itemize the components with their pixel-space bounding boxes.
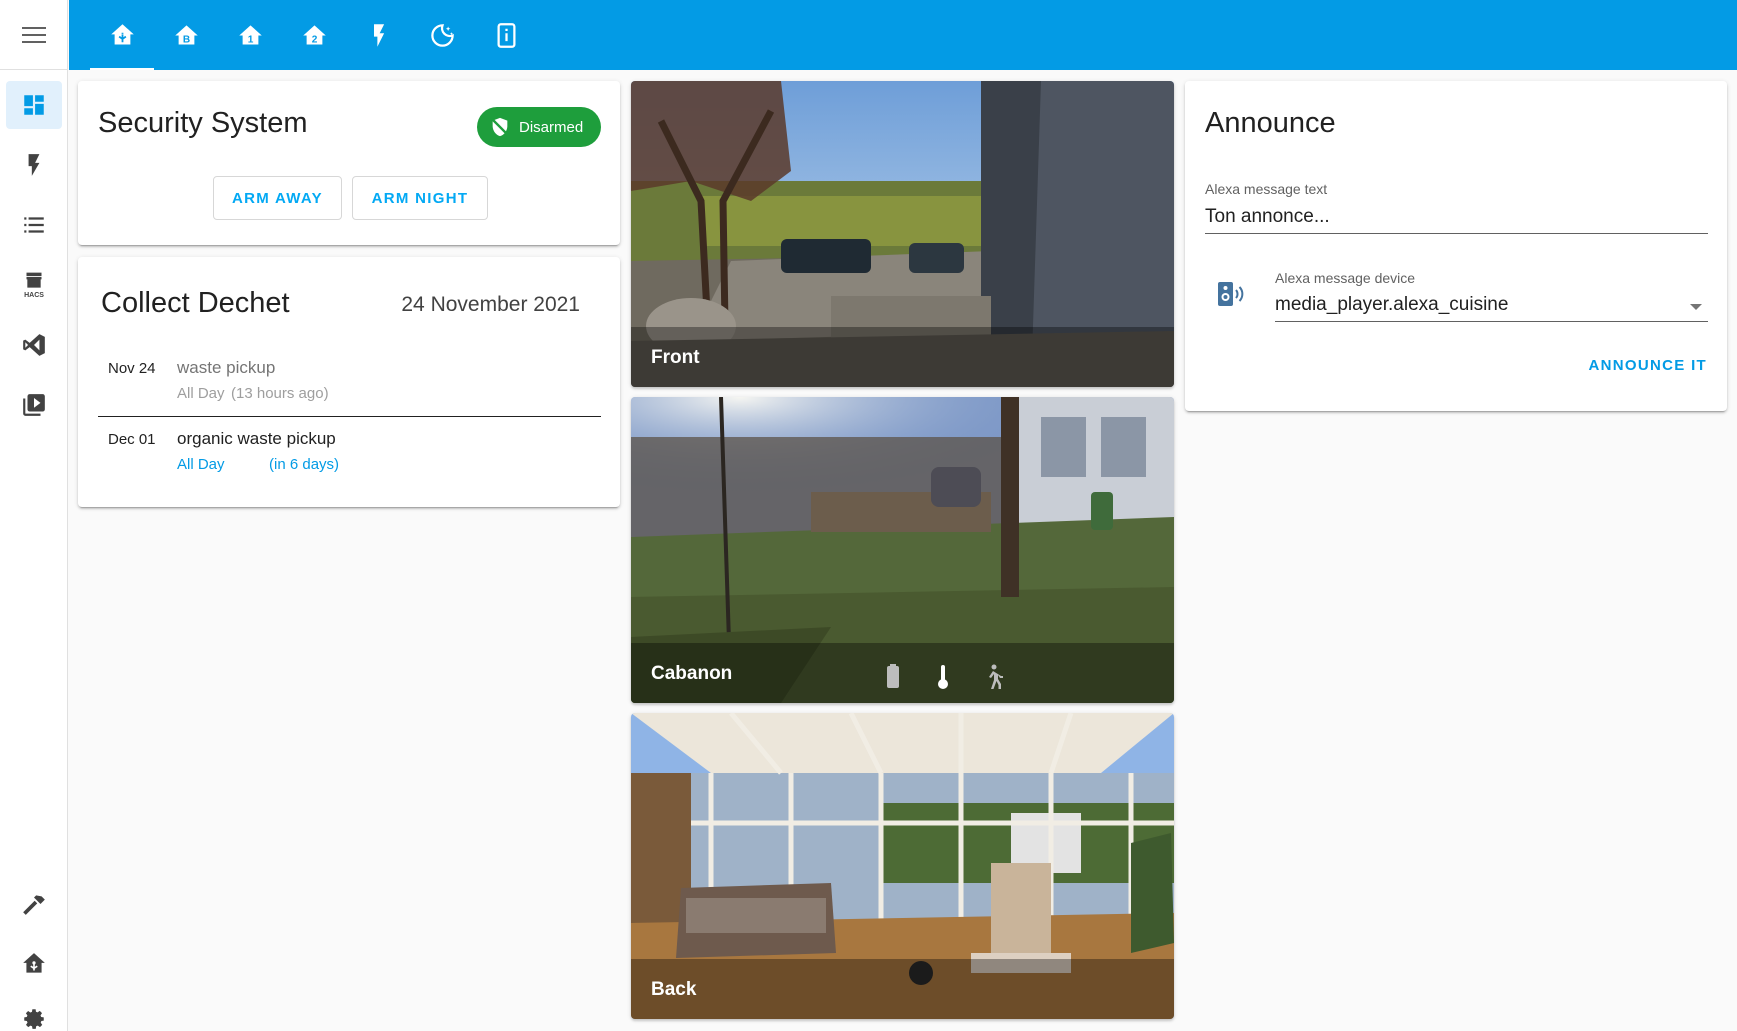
list-icon xyxy=(24,217,44,233)
vscode-icon xyxy=(23,334,45,356)
camera-front[interactable]: Front xyxy=(631,81,1174,387)
moon-night-icon xyxy=(430,23,454,47)
event-date: Nov 24 xyxy=(108,360,156,377)
sidebar-item-media[interactable] xyxy=(6,381,62,429)
camera-cabanon[interactable]: Cabanon xyxy=(631,397,1174,703)
walk-motion-icon[interactable] xyxy=(981,663,1005,691)
camera-label: Cabanon xyxy=(651,663,733,684)
arm-away-button[interactable]: ARM AWAY xyxy=(213,176,342,220)
event-time: All Day xyxy=(177,385,225,402)
tab-home[interactable] xyxy=(90,0,154,70)
media-play-icon xyxy=(23,394,45,416)
camera-caption-bar: Back xyxy=(631,959,1174,1019)
svg-text:B: B xyxy=(182,34,189,45)
tab-floor-1[interactable]: 1 xyxy=(218,0,282,70)
camera-back[interactable]: Back xyxy=(631,713,1174,1019)
gear-icon xyxy=(24,1009,44,1029)
announce-it-button[interactable]: ANNOUNCE IT xyxy=(1589,357,1707,374)
message-device-underline xyxy=(1275,321,1708,322)
hamburger-menu-icon xyxy=(22,26,46,43)
speaker-icon xyxy=(1218,282,1244,306)
home-floor-1-icon: 1 xyxy=(238,24,262,45)
sidebar-item-developer-tools[interactable] xyxy=(6,880,62,928)
event-date: Dec 01 xyxy=(108,431,156,448)
tab-tablet[interactable] xyxy=(474,0,538,70)
calendar-current-date: 24 November 2021 xyxy=(401,293,580,316)
tablet-info-icon xyxy=(497,22,515,48)
tab-night[interactable] xyxy=(410,0,474,70)
event-title[interactable]: waste pickup xyxy=(177,358,275,378)
home-assistant-icon xyxy=(23,953,45,973)
tab-floor-2[interactable]: 2 xyxy=(282,0,346,70)
event-title[interactable]: organic waste pickup xyxy=(177,429,336,449)
sidebar-menu-button[interactable] xyxy=(0,0,68,70)
thermometer-icon[interactable] xyxy=(931,663,955,691)
hacs-store-icon xyxy=(26,272,42,288)
top-app-bar: B 1 2 xyxy=(69,0,1737,70)
lightning-icon xyxy=(28,154,40,176)
sidebar-item-studio-code[interactable] xyxy=(6,321,62,369)
chevron-down-icon[interactable] xyxy=(1689,303,1703,311)
home-floor-2-icon: 2 xyxy=(302,24,326,45)
camera-label: Back xyxy=(651,979,697,1000)
shield-off-icon xyxy=(490,117,510,137)
announce-title: Announce xyxy=(1205,107,1336,139)
calendar-card: Collect Dechet 24 November 2021 Nov 24 w… xyxy=(78,257,620,507)
calendar-title: Collect Dechet xyxy=(101,287,290,319)
message-device-label: Alexa message device xyxy=(1275,270,1416,286)
lightning-icon xyxy=(373,23,384,47)
announce-card: Announce Alexa message text Ton annonce.… xyxy=(1185,81,1727,411)
message-device-select[interactable]: media_player.alexa_cuisine xyxy=(1275,294,1508,316)
sidebar-item-home-assistant[interactable] xyxy=(6,940,62,988)
tab-energy[interactable] xyxy=(346,0,410,70)
svg-text:1: 1 xyxy=(247,34,253,45)
event-time: All Day xyxy=(177,456,225,473)
message-text-underline xyxy=(1205,233,1708,234)
event-relative-time: (13 hours ago) xyxy=(231,385,329,402)
camera-caption-bar: Front xyxy=(631,327,1174,387)
event-relative-time: (in 6 days) xyxy=(269,456,340,473)
arm-night-button[interactable]: ARM NIGHT xyxy=(352,176,488,220)
security-title: Security System xyxy=(98,107,308,139)
home-assistant-icon xyxy=(110,23,134,44)
security-system-card: Security System Disarmed ARM AWAY ARM NI… xyxy=(78,81,620,245)
sidebar-item-logbook[interactable] xyxy=(6,201,62,249)
sidebar-item-energy[interactable] xyxy=(6,141,62,189)
calendar-now-divider xyxy=(98,416,601,417)
sidebar-item-overview[interactable] xyxy=(6,81,62,129)
camera-caption-bar: Cabanon xyxy=(631,643,1174,703)
camera-label: Front xyxy=(651,347,700,368)
hacs-label: HACS xyxy=(24,292,44,299)
hammer-icon xyxy=(23,895,45,915)
alarm-state-label: Disarmed xyxy=(519,118,584,136)
dashboard-icon xyxy=(24,95,44,115)
message-text-input[interactable]: Ton annonce... xyxy=(1205,206,1330,228)
sidebar-item-settings[interactable] xyxy=(6,995,62,1031)
svg-text:2: 2 xyxy=(311,34,317,45)
message-text-label: Alexa message text xyxy=(1205,181,1328,197)
sidebar-item-hacs[interactable]: HACS xyxy=(6,261,62,309)
alarm-state-badge[interactable]: Disarmed xyxy=(477,107,602,147)
battery-icon[interactable] xyxy=(881,663,905,691)
tab-basement[interactable]: B xyxy=(154,0,218,70)
sidebar: HACS xyxy=(0,0,68,1031)
camera-status-icons xyxy=(881,663,1005,691)
home-floor-b-icon: B xyxy=(174,24,198,45)
